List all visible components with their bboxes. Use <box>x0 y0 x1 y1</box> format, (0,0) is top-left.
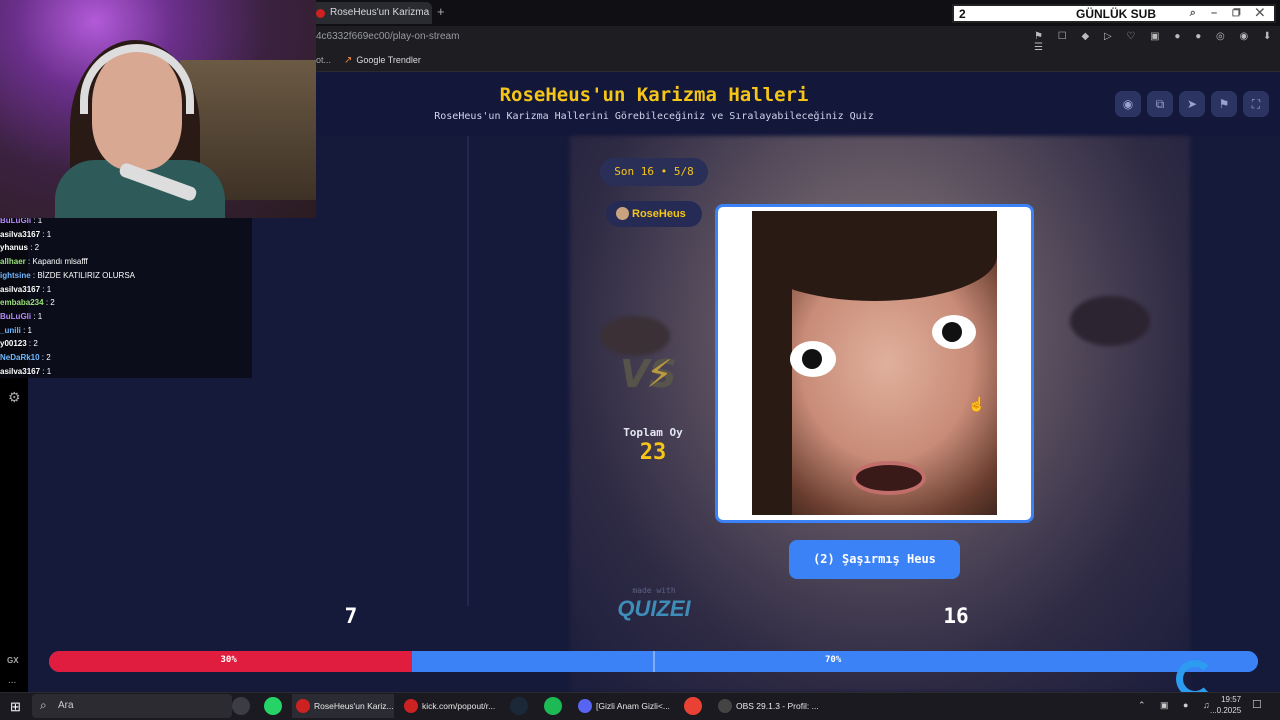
choice-image[interactable] <box>752 211 997 515</box>
chat-message: allhaer : Kapandı mlsafff <box>0 257 88 266</box>
flag-icon[interactable]: ⚑ <box>1211 91 1237 117</box>
fullscreen-icon[interactable]: ⛶ <box>1243 91 1269 117</box>
notification-icon[interactable]: ☐ <box>1252 698 1262 711</box>
more-icon[interactable]: ... <box>8 675 16 686</box>
whatsapp-icon[interactable] <box>264 697 282 715</box>
chat-message: NeDaRk10 : 2 <box>0 353 51 362</box>
chat-username[interactable]: y00123 <box>0 339 27 348</box>
chat-username[interactable]: asilva3167 <box>0 230 40 239</box>
right-vote-count: 16 <box>943 604 969 628</box>
chat-text: : 1 <box>40 366 52 376</box>
bookmark-google-trends[interactable]: ↗ Google Trendler <box>344 55 421 66</box>
total-votes-label: Toplam Oy <box>623 426 683 439</box>
chat-username[interactable]: yhanus <box>0 243 28 252</box>
share-icon[interactable]: ⧉ <box>1147 91 1173 117</box>
chat-message: _unili : 1 <box>0 326 32 335</box>
choice-button[interactable]: (2) Şaşırmış Heus <box>789 540 960 579</box>
chrome-icon[interactable] <box>684 697 702 715</box>
clock[interactable]: 19:57 ...0.2025 <box>1210 694 1241 716</box>
hand-cursor-icon: ☝ <box>968 396 986 412</box>
vote-progress-bar: 30% 70% <box>49 651 1258 672</box>
made-with-label: made with <box>632 586 676 595</box>
chat-text: : 1 <box>40 229 52 239</box>
gear-icon[interactable]: ⚙ <box>8 389 21 406</box>
creator-badge[interactable]: RoseHeus <box>606 201 702 227</box>
total-votes-value: 23 <box>639 440 667 465</box>
chat-username[interactable]: ightsine <box>0 271 31 280</box>
chat-username[interactable]: BuLuGli <box>0 312 31 321</box>
chat-username[interactable]: _unili <box>0 326 21 335</box>
avatar <box>616 207 629 220</box>
kick-icon <box>316 9 325 18</box>
url-field[interactable]: 4c6332f669ec00/play-on-stream <box>316 31 459 42</box>
spotify-icon[interactable] <box>544 697 562 715</box>
taskbar-app-1[interactable]: RoseHeus'un Kariz... <box>292 694 394 718</box>
left-vote-count: 7 <box>344 604 358 628</box>
chat-text: : 2 <box>43 298 55 308</box>
vs-logo: VS ⚡ <box>620 352 677 396</box>
task-view-icon[interactable] <box>232 697 250 715</box>
chat-overlay: BuLuGli : 1 asilva3167 : 1 yhanus : 2 allha… <box>0 216 252 378</box>
eye-icon[interactable]: ◉ <box>1115 91 1141 117</box>
chat-username[interactable]: asilva3167 <box>0 367 40 376</box>
taskbar-search[interactable]: ⌕ Ara <box>32 694 232 718</box>
taskbar-app-discord[interactable]: [Gizli Anam Gizli<... <box>574 694 678 718</box>
chat-message: asilva3167 : 1 <box>0 285 51 294</box>
chat-text: : Kapandı mlsafff <box>25 257 88 267</box>
steam-icon[interactable] <box>510 697 528 715</box>
chat-text: : 2 <box>28 243 40 253</box>
chat-message: BuLuGli : 1 <box>0 312 42 321</box>
bolt-icon: ⚡ <box>646 352 673 396</box>
brand-logo[interactable]: QUIZEI <box>612 596 696 622</box>
windows-start-icon[interactable]: ⊞ <box>10 699 21 715</box>
chat-message: asilva3167 : 1 <box>0 230 51 239</box>
chat-username[interactable]: allhaer <box>0 257 26 266</box>
chat-message: yhanus : 2 <box>0 243 39 252</box>
sub-count: 2 <box>959 7 966 21</box>
left-percent: 30% <box>220 655 237 665</box>
chat-text: : 1 <box>20 325 33 335</box>
chat-text: : 1 <box>40 284 52 294</box>
window-controls[interactable]: ⌕ – ❐ ✕ <box>1190 7 1270 20</box>
bar-divider <box>653 651 655 672</box>
right-percent: 70% <box>825 655 842 665</box>
chat-message: asilva3167 : 1 <box>0 367 51 376</box>
chat-text: : 2 <box>39 353 51 362</box>
system-tray-icons[interactable]: ⌃ ▣ ● ♫ <box>1138 700 1216 711</box>
bookmark-item[interactable]: ot... <box>316 55 331 65</box>
search-icon: ⌕ <box>40 698 47 712</box>
sub-label: GÜNLÜK SUB <box>1076 7 1156 21</box>
send-icon[interactable]: ➤ <box>1179 91 1205 117</box>
chat-message: ightsine : BİZDE KATILIRIZ OLURSA <box>0 271 135 280</box>
sub-goal-overlay: 2 GÜNLÜK SUB ⌕ – ❐ ✕ <box>952 4 1276 23</box>
chat-text: : BİZDE KATILIRIZ OLURSA <box>30 270 135 280</box>
creator-name: RoseHeus <box>632 208 686 220</box>
chat-username[interactable]: asilva3167 <box>0 285 40 294</box>
browser-tab[interactable]: RoseHeus'un Karizma Ha <box>310 2 432 24</box>
taskbar-app-obs[interactable]: OBS 29.1.3 - Profil: ... <box>714 694 820 718</box>
divider <box>467 136 469 606</box>
chat-text: : 1 <box>31 311 43 321</box>
chat-message: y00123 : 2 <box>0 339 38 348</box>
chat-text: : 2 <box>26 339 38 349</box>
taskbar-app-2[interactable]: kick.com/popout/r... <box>400 694 502 718</box>
trend-icon: ↗ <box>344 55 353 66</box>
round-indicator: Son 16 • 5/8 <box>600 158 708 186</box>
chat-message: embaba234 : 2 <box>0 298 55 307</box>
gx-label[interactable]: GX <box>7 656 19 665</box>
webcam-feed <box>0 0 316 218</box>
chat-username[interactable]: embaba234 <box>0 298 44 307</box>
chat-username[interactable]: NeDaRk10 <box>0 353 40 362</box>
new-tab-button[interactable]: + <box>437 4 445 19</box>
